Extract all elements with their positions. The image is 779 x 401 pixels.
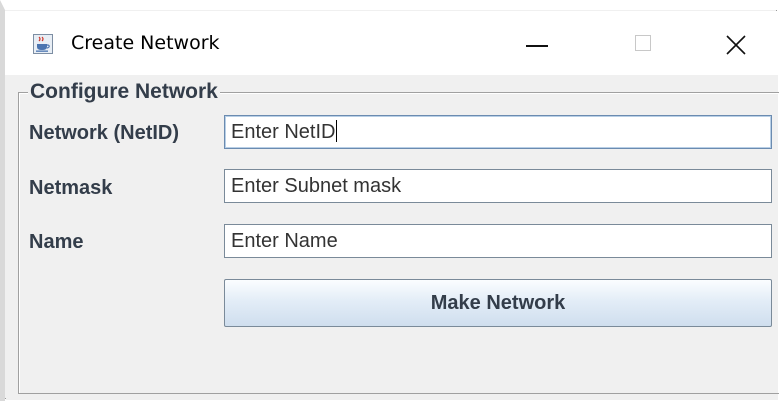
title-bar[interactable]: Create Network <box>1 11 778 75</box>
create-network-window: Create Network Configure Network Network… <box>0 0 779 400</box>
netid-input-text: Enter NetID <box>231 121 336 143</box>
maximize-icon <box>635 35 651 51</box>
name-input-text: Enter Name <box>231 230 338 252</box>
close-icon <box>726 35 746 55</box>
make-network-button[interactable]: Make Network <box>224 279 772 327</box>
window-title: Create Network <box>71 32 220 54</box>
close-button[interactable] <box>701 11 771 75</box>
group-title: Configure Network <box>28 79 220 105</box>
java-cup-icon <box>33 34 53 54</box>
netmask-label: Netmask <box>29 177 113 199</box>
name-input[interactable]: Enter Name <box>224 224 772 258</box>
minimize-icon <box>526 45 548 47</box>
netid-input[interactable]: Enter NetID <box>224 115 772 149</box>
maximize-button[interactable] <box>606 11 676 75</box>
netmask-input-text: Enter Subnet mask <box>231 175 402 197</box>
netmask-input[interactable]: Enter Subnet mask <box>224 169 772 203</box>
name-label: Name <box>29 231 84 253</box>
minimize-button[interactable] <box>502 11 572 75</box>
text-caret <box>336 120 338 142</box>
netid-label: Network (NetID) <box>29 122 180 144</box>
window-content: Configure Network Network (NetID) Enter … <box>6 75 779 400</box>
